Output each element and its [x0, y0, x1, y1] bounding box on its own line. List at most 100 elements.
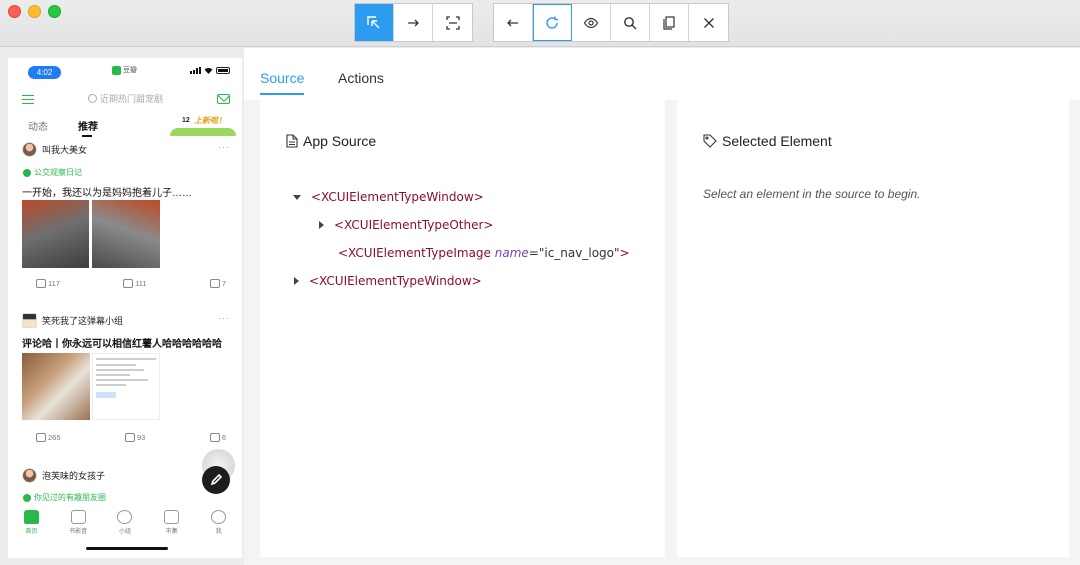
repost-icon [209, 279, 220, 288]
arrow-right-icon [408, 19, 419, 26]
avatar[interactable] [22, 313, 37, 328]
like-button[interactable]: 117 [36, 279, 60, 288]
banner-number: 12 [182, 117, 190, 124]
collapse-caret-icon[interactable] [294, 277, 299, 285]
show-hide-button[interactable] [572, 4, 611, 41]
post-title[interactable]: 一开始，我还以为是妈妈抱着儿子…… [22, 184, 192, 199]
nav-label: 首页 [25, 529, 38, 535]
post-image[interactable] [22, 353, 90, 420]
window-titlebar [0, 0, 1080, 47]
zoom-window-button[interactable] [48, 5, 61, 18]
expand-caret-icon[interactable] [293, 194, 301, 200]
promo-banner[interactable]: 12 上新啦！ [170, 114, 236, 136]
app-back-label: 豆瓣 [123, 67, 137, 74]
nav-market[interactable]: 市集 [152, 508, 192, 546]
quit-session-button[interactable] [689, 4, 728, 41]
group-icon [23, 168, 31, 177]
app-source-header: App Source [286, 133, 376, 149]
profile-icon [211, 510, 227, 524]
tab-recommend[interactable]: 推荐 [78, 118, 98, 137]
repost-button[interactable]: 7 [209, 279, 226, 288]
like-count: 265 [48, 433, 61, 442]
wifi-icon [204, 68, 213, 74]
post-stats: 117 111 7 [36, 279, 226, 288]
banner-text: 上新啦！ [194, 116, 226, 125]
home-icon [23, 510, 39, 524]
menu-icon[interactable] [22, 95, 34, 104]
refresh-button[interactable] [533, 4, 572, 41]
search-button[interactable] [611, 4, 650, 41]
tree-node[interactable]: <XCUIElementTypeOther> [319, 218, 493, 232]
battery-icon [216, 67, 230, 74]
tree-node[interactable]: <XCUIElementTypeWindow> [293, 190, 484, 204]
more-options-icon[interactable]: ··· [218, 313, 230, 323]
home-indicator [86, 547, 168, 550]
nav-media[interactable]: 书影音 [58, 508, 98, 546]
group-tag[interactable]: 你见过的有趣朋友圈 [23, 492, 106, 503]
repost-button[interactable]: 6 [209, 433, 226, 442]
post-header: 笑死我了这弹幕小组 [22, 313, 123, 328]
post-author[interactable]: 叫我大美女 [42, 143, 87, 156]
tree-node[interactable]: <XCUIElementTypeImage name = "ic_nav_logo"… [338, 246, 630, 260]
minimize-window-button[interactable] [28, 5, 41, 18]
comment-icon [125, 433, 135, 442]
nav-me[interactable]: 我 [199, 508, 239, 546]
thumbs-up-icon [36, 433, 46, 442]
tree-node[interactable]: <XCUIElementTypeWindow> [294, 274, 482, 288]
phone-search-bar[interactable]: 近期热门甜宠剧 [88, 92, 163, 105]
post-image[interactable] [22, 200, 89, 268]
group-name: 公交观察日记 [34, 168, 82, 177]
selected-element-panel: Selected Element Select an element in th… [677, 100, 1069, 557]
group-tag[interactable]: 公交观察日记 [23, 167, 82, 178]
comment-count: 93 [137, 433, 146, 442]
avatar[interactable] [22, 468, 37, 483]
comment-button[interactable]: 111 [123, 279, 147, 288]
film-icon [70, 510, 86, 524]
select-element-button[interactable] [355, 4, 394, 41]
tag-icon [703, 134, 717, 148]
copy-xml-button[interactable] [650, 4, 689, 41]
phone-search-row: 近期热门甜宠剧 [8, 90, 242, 108]
tree-node-tag: <XCUIElementTypeWindow> [309, 274, 482, 288]
avatar[interactable] [22, 142, 37, 157]
like-button[interactable]: 265 [36, 433, 61, 442]
post-author[interactable]: 泡芙味的女孩子 [42, 469, 105, 482]
swipe-button[interactable] [394, 4, 433, 41]
repost-icon [209, 433, 220, 442]
post-title[interactable]: 评论哈丨你永远可以相信红薯人哈哈哈哈哈哈 [22, 335, 222, 350]
file-icon [286, 134, 298, 148]
post-image[interactable] [92, 353, 160, 420]
tab-feed[interactable]: 动态 [28, 118, 48, 133]
device-screenshot[interactable]: 4:02 豆瓣 近期热门甜宠剧 动态 推荐 12 上新啦！ 叫我大美女 ··· … [8, 58, 242, 558]
compose-button[interactable] [202, 466, 230, 494]
tab-actions[interactable]: Actions [338, 70, 384, 86]
back-button[interactable] [494, 4, 533, 41]
close-icon [703, 17, 714, 28]
post-image[interactable] [92, 200, 160, 268]
nav-home[interactable]: 首页 [11, 508, 51, 546]
feed-post[interactable]: 叫我大美女 ··· 公交观察日记 一开始，我还以为是妈妈抱着儿子…… 117 1… [8, 142, 242, 292]
post-header: 叫我大美女 [22, 142, 87, 157]
search-icon [88, 94, 97, 103]
nav-groups[interactable]: 小组 [105, 508, 145, 546]
nav-label: 小组 [118, 529, 131, 535]
app-source-title: App Source [303, 133, 377, 149]
mail-icon[interactable] [217, 94, 230, 104]
collapse-caret-icon[interactable] [319, 221, 324, 229]
comment-button[interactable]: 93 [125, 433, 145, 442]
scan-icon [445, 15, 460, 30]
tab-source[interactable]: Source [260, 70, 305, 95]
copy-icon [663, 15, 675, 30]
like-count: 117 [48, 279, 60, 288]
feed-post[interactable]: 笑死我了这弹幕小组 ··· 评论哈丨你永远可以相信红薯人哈哈哈哈哈哈 265 9… [8, 313, 242, 448]
tree-node-tag: <XCUIElementTypeImage [338, 246, 491, 260]
more-options-icon[interactable]: ··· [218, 142, 230, 152]
group-name: 你见过的有趣朋友圈 [34, 493, 106, 502]
post-author[interactable]: 笑死我了这弹幕小组 [42, 314, 123, 327]
tap-coordinates-button[interactable] [433, 4, 472, 41]
group-icon [23, 493, 31, 502]
close-window-button[interactable] [8, 5, 21, 18]
actions-toolbar [493, 3, 729, 42]
eye-icon [583, 17, 599, 28]
signal-icon [190, 67, 201, 74]
